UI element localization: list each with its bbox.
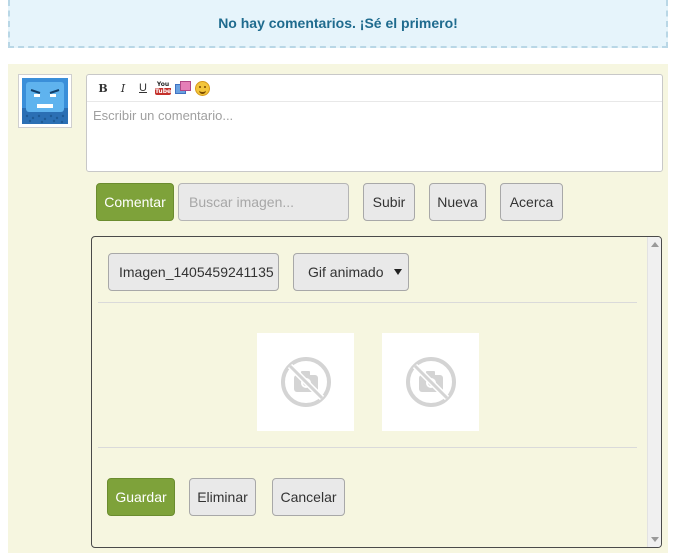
bold-icon[interactable]: B xyxy=(95,80,111,96)
cancel-button[interactable]: Cancelar xyxy=(272,478,345,516)
dropdown-caret-icon xyxy=(394,269,402,275)
broken-image-icon xyxy=(405,357,456,407)
notice-text: No hay comentarios. ¡Sé el primero! xyxy=(218,15,458,31)
upload-button[interactable]: Subir xyxy=(363,183,415,221)
image-thumbnail[interactable] xyxy=(382,333,479,431)
new-button[interactable]: Nueva xyxy=(429,183,486,221)
avatar-face-icon xyxy=(22,78,68,124)
divider xyxy=(98,447,637,448)
format-select[interactable]: Gif animado xyxy=(293,253,409,291)
scroll-up-icon[interactable] xyxy=(651,242,659,247)
about-button[interactable]: Acerca xyxy=(500,183,563,221)
comment-textarea[interactable] xyxy=(87,102,662,170)
image-icon[interactable] xyxy=(175,81,191,95)
editor-toolbar: B I U You Tube xyxy=(87,75,662,102)
italic-icon[interactable]: I xyxy=(115,80,131,96)
image-thumbnail[interactable] xyxy=(257,333,354,431)
scroll-down-icon[interactable] xyxy=(651,537,659,542)
save-button[interactable]: Guardar xyxy=(107,478,175,516)
delete-button[interactable]: Eliminar xyxy=(189,478,256,516)
comment-editor: B I U You Tube xyxy=(86,74,663,172)
format-select-value: Gif animado xyxy=(308,264,384,280)
empty-comments-notice: No hay comentarios. ¡Sé el primero! xyxy=(8,0,668,48)
image-filename[interactable]: Imagen_1405459241135 xyxy=(108,253,279,291)
avatar xyxy=(18,74,72,128)
broken-image-icon xyxy=(280,357,331,407)
image-editor-panel: Imagen_1405459241135 Gif animado Guardar xyxy=(91,236,662,548)
image-search-input[interactable] xyxy=(178,183,349,221)
scrollbar[interactable] xyxy=(647,237,661,547)
underline-icon[interactable]: U xyxy=(135,80,151,96)
youtube-icon[interactable]: You Tube xyxy=(155,81,171,95)
divider xyxy=(98,302,637,303)
comment-button[interactable]: Comentar xyxy=(96,183,174,221)
emoji-icon[interactable] xyxy=(195,80,210,96)
